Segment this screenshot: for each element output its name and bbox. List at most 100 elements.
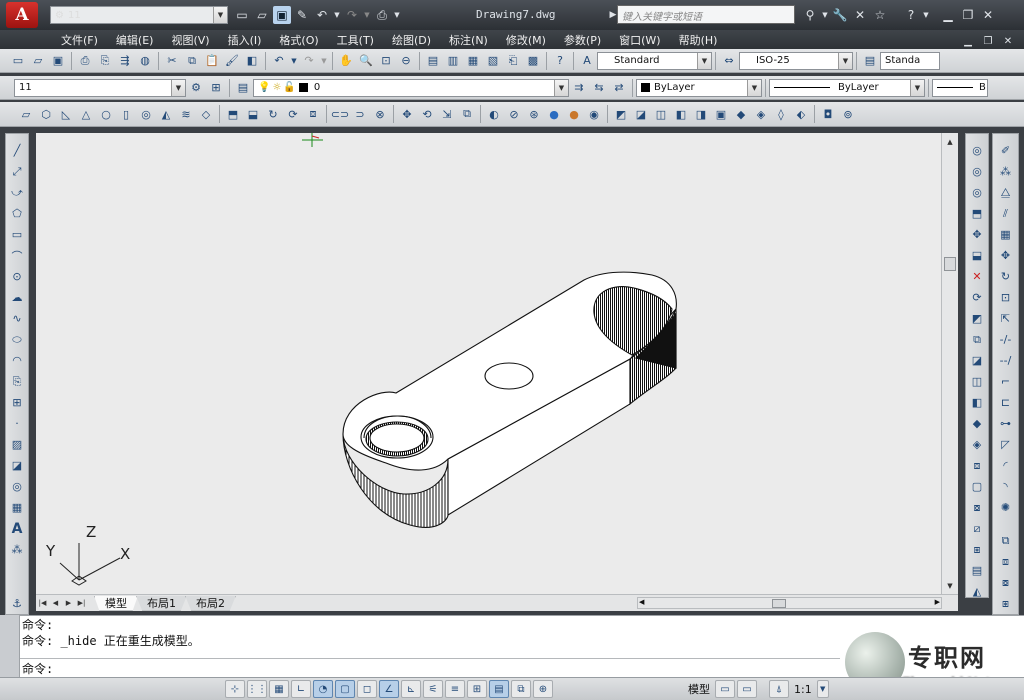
close-icon[interactable]: ✕	[979, 6, 997, 24]
layer-lock-icon[interactable]: ⧆	[997, 594, 1015, 613]
break-at-point-icon[interactable]: ⌐	[997, 372, 1015, 391]
plot-icon[interactable]: ⎙	[76, 52, 94, 70]
explode-icon[interactable]: ✺	[997, 498, 1015, 517]
tab-layout1[interactable]: 布局1	[136, 595, 187, 611]
zoom-previous-icon[interactable]: ⊖	[397, 52, 415, 70]
quickcalc-icon[interactable]: ▩	[524, 52, 542, 70]
hatch-icon[interactable]: ▨	[8, 435, 26, 454]
view-nw-iso-icon[interactable]: ⬖	[792, 105, 810, 123]
move-faces-icon[interactable]: ✥	[968, 225, 986, 244]
view-left-icon[interactable]: ◫	[652, 105, 670, 123]
layer-state-icon[interactable]: ⇄	[610, 79, 628, 97]
redo-dropdown-icon[interactable]: ▼	[320, 52, 328, 70]
cone-icon[interactable]: △	[77, 105, 95, 123]
menu-view[interactable]: 视图(V)	[162, 32, 218, 48]
menu-insert[interactable]: 插入(I)	[219, 32, 271, 48]
redo-icon[interactable]: ↷	[343, 6, 361, 24]
rectangle-icon[interactable]: ▭	[8, 225, 26, 244]
ellipse-icon[interactable]: ⬭	[8, 330, 26, 349]
spline-icon[interactable]: ∿	[8, 309, 26, 328]
satellite-icon[interactable]: ✕	[851, 6, 869, 24]
selection-cycling-icon[interactable]: ⧉	[511, 680, 531, 698]
3d-object-snap-icon[interactable]: ◻	[357, 680, 377, 698]
extend-icon[interactable]: --/	[997, 351, 1015, 370]
help-icon[interactable]: ?	[551, 52, 569, 70]
helix-icon[interactable]: ≋	[177, 105, 195, 123]
multiline-text-icon[interactable]: A	[8, 519, 26, 538]
revision-cloud-icon[interactable]: ☁	[8, 288, 26, 307]
menu-draw[interactable]: 绘图(D)	[383, 32, 440, 48]
delete-faces-icon[interactable]: ✕	[968, 267, 986, 286]
search-input[interactable]: 键入关键字或短语	[617, 5, 795, 24]
chamfer-icon[interactable]: ◸	[997, 435, 1015, 454]
text-style-icon[interactable]: A	[578, 52, 596, 70]
menu-window[interactable]: 窗口(W)	[610, 32, 669, 48]
add-selected-icon[interactable]: ⁂	[8, 540, 26, 559]
insert-block-icon[interactable]: ⎘	[8, 372, 26, 391]
lineweight-combo[interactable]: B	[932, 78, 988, 97]
copy-object-icon[interactable]: ⁂	[997, 162, 1015, 181]
sheet-set-icon[interactable]: ▧	[484, 52, 502, 70]
rotate-icon[interactable]: ↻	[997, 267, 1015, 286]
menu-format[interactable]: 格式(O)	[270, 32, 327, 48]
taper-faces-icon[interactable]: ◩	[968, 309, 986, 328]
restore-icon[interactable]: ❐	[959, 6, 977, 24]
visual-styles-icon[interactable]: ◐	[485, 105, 503, 123]
make-block-icon[interactable]: ⊞	[8, 393, 26, 412]
copy-icon[interactable]: ⧉	[183, 52, 201, 70]
union-side-icon[interactable]: ◎	[968, 141, 986, 160]
sphere-icon[interactable]: ○	[97, 105, 115, 123]
app-menu-button[interactable]: A	[0, 0, 44, 30]
imprint-icon[interactable]: ◆	[968, 414, 986, 433]
workspace-combo[interactable]: ⚙ 11 ▼	[50, 6, 228, 24]
circle-icon[interactable]: ⊙	[8, 267, 26, 286]
move-icon[interactable]: ✥	[997, 246, 1015, 265]
mirror-icon[interactable]: ⧋	[997, 183, 1015, 202]
revolve-icon[interactable]: ⟳	[284, 105, 302, 123]
properties-icon[interactable]: ▤	[424, 52, 442, 70]
tab-model[interactable]: 模型	[94, 595, 138, 611]
publish-icon[interactable]: ⇶	[116, 52, 134, 70]
open-icon[interactable]: ▱	[29, 52, 47, 70]
wireframe-icon[interactable]: ⊘	[505, 105, 523, 123]
layer-iso-icon[interactable]: ⧉	[997, 531, 1015, 550]
3d-array-icon[interactable]: ⧉	[458, 105, 476, 123]
search-dropdown-icon[interactable]: ▼	[821, 6, 829, 24]
dim-style-icon[interactable]: ⇔	[720, 52, 738, 70]
polysolid-icon[interactable]: ▱	[17, 105, 35, 123]
new-icon[interactable]: ▭	[9, 52, 27, 70]
polygon-icon[interactable]: ⬠	[8, 204, 26, 223]
new-file-icon[interactable]: ▭	[233, 6, 251, 24]
help-dropdown-icon[interactable]: ▼	[922, 6, 930, 24]
quick-view-drawings-icon[interactable]: ▭	[737, 680, 757, 698]
prev-tab-icon[interactable]: ◀	[49, 597, 62, 610]
model-space-label[interactable]: 模型	[684, 681, 714, 697]
tool-palettes-icon[interactable]: ▦	[464, 52, 482, 70]
next-tab-icon[interactable]: ▶	[62, 597, 75, 610]
orbit-icon[interactable]: ⊚	[839, 105, 857, 123]
slice-icon[interactable]: ⧄	[968, 519, 986, 538]
table-style-combo[interactable]: Standa	[880, 51, 940, 70]
block-editor-icon[interactable]: ◧	[243, 52, 261, 70]
blend-curves-icon[interactable]: ◝	[997, 477, 1015, 496]
annotation-scale-icon[interactable]: ⍋	[769, 680, 789, 698]
command-line-grip[interactable]	[0, 615, 20, 677]
save-icon[interactable]: ▣	[273, 6, 291, 24]
table-icon[interactable]: ▦	[8, 498, 26, 517]
section-plane-icon[interactable]: ▤	[968, 561, 986, 580]
check-icon[interactable]: ⧇	[968, 498, 986, 517]
gradient-icon[interactable]: ◪	[8, 456, 26, 475]
wrench-icon[interactable]: 🔧	[831, 6, 849, 24]
region-icon[interactable]: ◎	[8, 477, 26, 496]
annotation-scale-value[interactable]: 1:1	[790, 683, 816, 696]
object-snap-tracking-icon[interactable]: ∠	[379, 680, 399, 698]
match-properties-icon[interactable]: 🖌	[223, 52, 241, 70]
quick-properties-icon[interactable]: ▤	[489, 680, 509, 698]
last-tab-icon[interactable]: ▶|	[75, 597, 88, 610]
vertical-scroll-thumb[interactable]	[944, 257, 956, 271]
doc-restore-icon[interactable]: ❐	[979, 32, 997, 50]
fillet-icon[interactable]: ◜	[997, 456, 1015, 475]
copy-edges-icon[interactable]: ◫	[968, 372, 986, 391]
pyramid-icon[interactable]: ◭	[157, 105, 175, 123]
realistic-icon[interactable]: ●	[545, 105, 563, 123]
